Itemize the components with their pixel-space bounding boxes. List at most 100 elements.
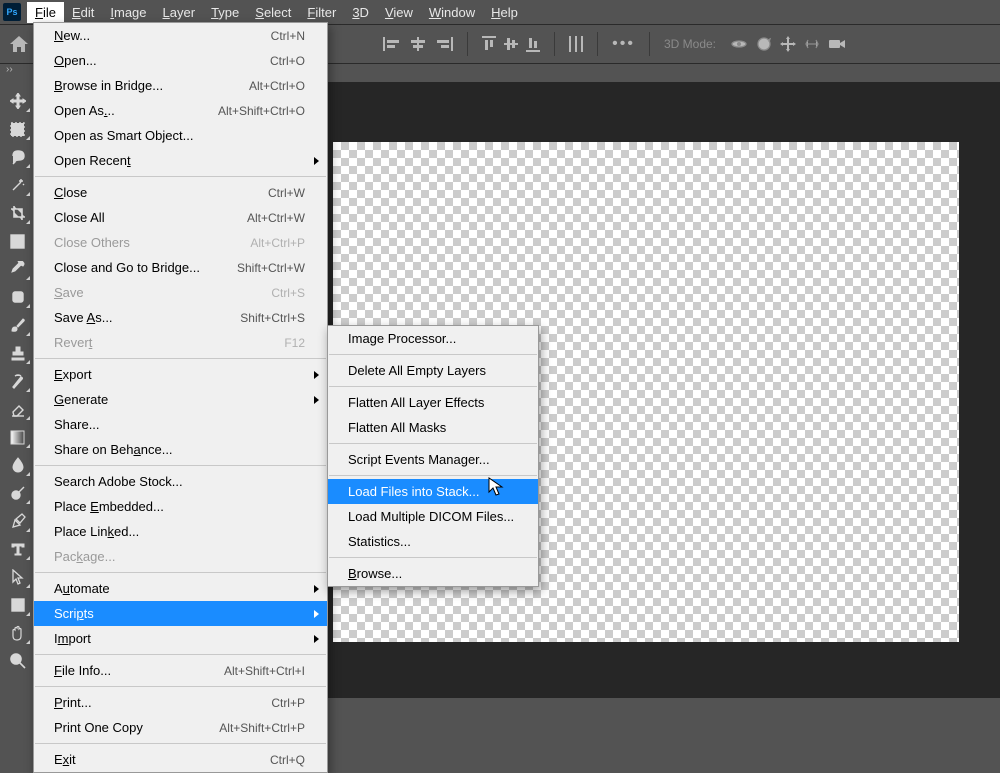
file-open-as-smart-object[interactable]: Open as Smart Object... xyxy=(34,123,327,148)
distribute-icon[interactable] xyxy=(569,36,583,52)
menu-select[interactable]: Select xyxy=(247,2,299,23)
separator xyxy=(329,354,537,355)
file-print[interactable]: Print...Ctrl+P xyxy=(34,690,327,715)
align-top-icon[interactable] xyxy=(482,36,496,52)
menu-label: Share on Behance... xyxy=(54,442,173,457)
file-exit[interactable]: ExitCtrl+Q xyxy=(34,747,327,772)
submenu-arrow-icon xyxy=(314,610,319,618)
scripts-submenu: Image Processor... Delete All Empty Layer… xyxy=(327,325,539,587)
file-file-info[interactable]: File Info...Alt+Shift+Ctrl+I xyxy=(34,658,327,683)
file-share[interactable]: Share... xyxy=(34,412,327,437)
gradient-tool[interactable] xyxy=(4,424,32,450)
scripts-flatten-all-masks[interactable]: Flatten All Masks xyxy=(328,415,538,440)
file-search-adobe-stock[interactable]: Search Adobe Stock... xyxy=(34,469,327,494)
submenu-arrow-icon xyxy=(314,635,319,643)
shortcut: Alt+Ctrl+O xyxy=(249,79,305,93)
align-right-icon[interactable] xyxy=(435,37,453,51)
file-open[interactable]: Open...Ctrl+O xyxy=(34,48,327,73)
file-place-embedded[interactable]: Place Embedded... xyxy=(34,494,327,519)
menu-view[interactable]: View xyxy=(377,2,421,23)
align-center-v-icon[interactable] xyxy=(504,36,518,52)
move-tool[interactable] xyxy=(4,88,32,114)
file-browse-in-bridge[interactable]: Browse in Bridge...Alt+Ctrl+O xyxy=(34,73,327,98)
healing-tool[interactable] xyxy=(4,284,32,310)
file-print-one-copy[interactable]: Print One CopyAlt+Shift+Ctrl+P xyxy=(34,715,327,740)
brush-tool[interactable] xyxy=(4,312,32,338)
scripts-statistics[interactable]: Statistics... xyxy=(328,529,538,554)
scripts-image-processor[interactable]: Image Processor... xyxy=(328,326,538,351)
separator xyxy=(329,475,537,476)
menu-label: Print... xyxy=(54,695,92,710)
file-new[interactable]: New...Ctrl+N xyxy=(34,23,327,48)
menu-edit[interactable]: Edit xyxy=(64,2,102,23)
blur-tool[interactable] xyxy=(4,452,32,478)
align-center-h-icon[interactable] xyxy=(409,37,427,51)
menu-type[interactable]: Type xyxy=(203,2,247,23)
file-open-recent[interactable]: Open Recent xyxy=(34,148,327,173)
home-icon[interactable] xyxy=(8,33,30,55)
frame-tool[interactable] xyxy=(4,228,32,254)
menu-image[interactable]: Image xyxy=(102,2,154,23)
marquee-tool[interactable] xyxy=(4,116,32,142)
menu-file[interactable]: File xyxy=(27,2,64,23)
pan-icon[interactable] xyxy=(780,36,796,52)
file-close-and-go-to-bridge[interactable]: Close and Go to Bridge...Shift+Ctrl+W xyxy=(34,255,327,280)
hand-tool[interactable] xyxy=(4,620,32,646)
scripts-delete-all-empty-layers[interactable]: Delete All Empty Layers xyxy=(328,358,538,383)
more-icon[interactable]: ••• xyxy=(612,35,635,53)
file-place-linked[interactable]: Place Linked... xyxy=(34,519,327,544)
crop-tool[interactable] xyxy=(4,200,32,226)
menu-label: Scripts xyxy=(54,606,94,621)
path-select-tool[interactable] xyxy=(4,564,32,590)
file-share-on-behance[interactable]: Share on Behance... xyxy=(34,437,327,462)
menu-3d[interactable]: 3D xyxy=(344,2,377,23)
file-scripts[interactable]: Scripts xyxy=(34,601,327,626)
rotate-icon[interactable] xyxy=(756,36,772,52)
distribute-group xyxy=(482,36,540,52)
eyedropper-tool[interactable] xyxy=(4,256,32,282)
scripts-browse[interactable]: Browse... xyxy=(328,561,538,586)
camera-icon[interactable] xyxy=(828,37,846,51)
menu-layer[interactable]: Layer xyxy=(155,2,204,23)
align-left-icon[interactable] xyxy=(383,37,401,51)
slide-icon[interactable] xyxy=(804,36,820,52)
magic-wand-tool[interactable] xyxy=(4,172,32,198)
file-close-all[interactable]: Close AllAlt+Ctrl+W xyxy=(34,205,327,230)
scripts-flatten-all-layer-effects[interactable]: Flatten All Layer Effects xyxy=(328,390,538,415)
menu-label: Package... xyxy=(54,549,115,564)
scripts-load-multiple-dicom-files[interactable]: Load Multiple DICOM Files... xyxy=(328,504,538,529)
align-bottom-icon[interactable] xyxy=(526,36,540,52)
menu-help[interactable]: Help xyxy=(483,2,526,23)
file-menu: New...Ctrl+NOpen...Ctrl+OBrowse in Bridg… xyxy=(33,22,328,773)
submenu-arrow-icon xyxy=(314,157,319,165)
menu-filter[interactable]: Filter xyxy=(299,2,344,23)
file-save-as[interactable]: Save As...Shift+Ctrl+S xyxy=(34,305,327,330)
menu-label: Search Adobe Stock... xyxy=(54,474,183,489)
separator xyxy=(597,32,598,56)
zoom-tool[interactable] xyxy=(4,648,32,674)
shape-tool[interactable] xyxy=(4,592,32,618)
eraser-tool[interactable] xyxy=(4,396,32,422)
shortcut: Alt+Shift+Ctrl+I xyxy=(224,664,305,678)
shortcut: Shift+Ctrl+S xyxy=(240,311,305,325)
dodge-tool[interactable] xyxy=(4,480,32,506)
submenu-arrow-icon xyxy=(314,396,319,404)
history-brush-tool[interactable] xyxy=(4,368,32,394)
file-generate[interactable]: Generate xyxy=(34,387,327,412)
file-open-as[interactable]: Open As...Alt+Shift+Ctrl+O xyxy=(34,98,327,123)
pen-tool[interactable] xyxy=(4,508,32,534)
stamp-tool[interactable] xyxy=(4,340,32,366)
file-export[interactable]: Export xyxy=(34,362,327,387)
scripts-load-files-into-stack[interactable]: Load Files into Stack... xyxy=(328,479,538,504)
file-import[interactable]: Import xyxy=(34,626,327,651)
menu-label: Close Others xyxy=(54,235,130,250)
lasso-tool[interactable] xyxy=(4,144,32,170)
orbit-icon[interactable] xyxy=(730,36,748,52)
scripts-script-events-manager[interactable]: Script Events Manager... xyxy=(328,447,538,472)
type-tool[interactable] xyxy=(4,536,32,562)
file-automate[interactable]: Automate xyxy=(34,576,327,601)
menu-label: Revert xyxy=(54,335,92,350)
file-close[interactable]: CloseCtrl+W xyxy=(34,180,327,205)
menu-window[interactable]: Window xyxy=(421,2,483,23)
menu-label: Load Multiple DICOM Files... xyxy=(348,509,514,524)
